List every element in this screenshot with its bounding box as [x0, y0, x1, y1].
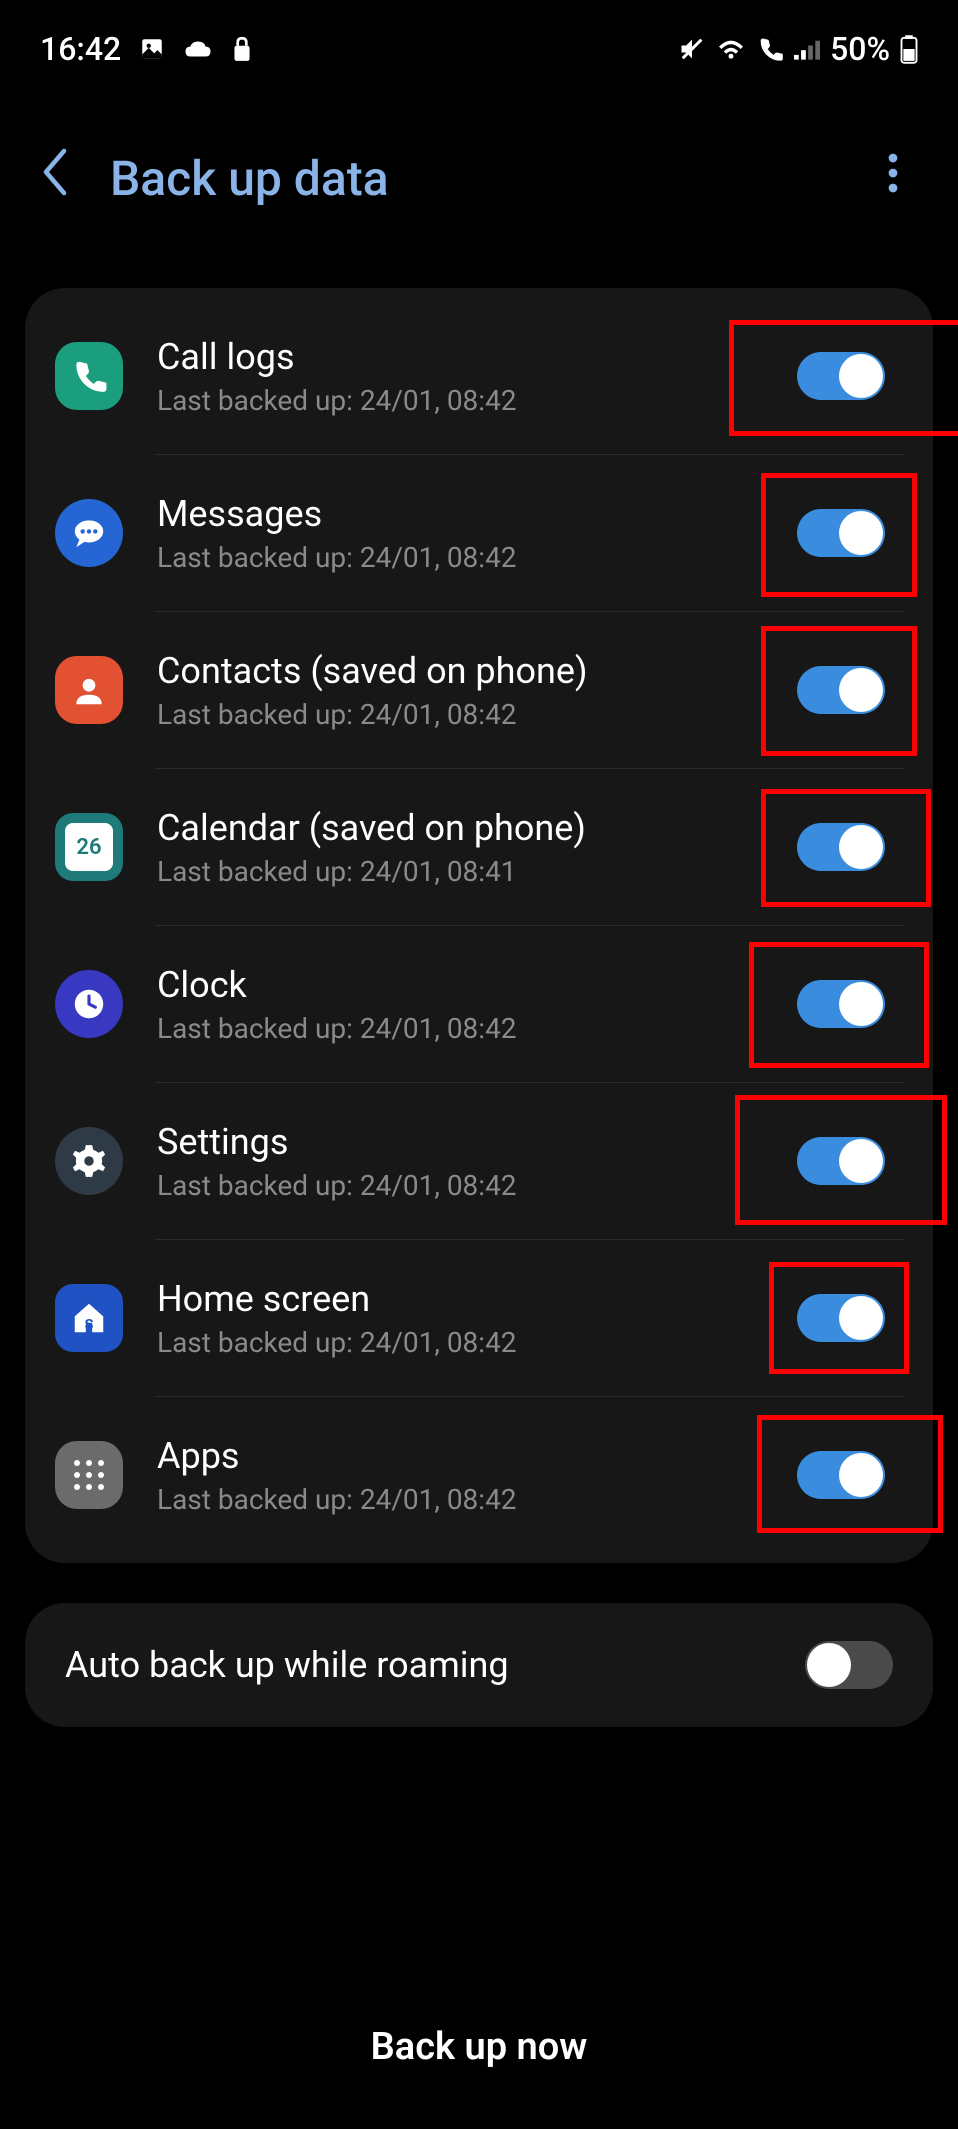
row-content: Messages Last backed up: 24/01, 08:42: [157, 493, 779, 574]
row-apps[interactable]: Apps Last backed up: 24/01, 08:42: [25, 1397, 933, 1553]
row-content: Clock Last backed up: 24/01, 08:42: [157, 964, 779, 1045]
backup-items-card: Call logs Last backed up: 24/01, 08:42 M…: [25, 288, 933, 1563]
toggle-calendar[interactable]: [797, 823, 885, 871]
page-header: Back up data: [0, 88, 958, 288]
row-subtitle: Last backed up: 24/01, 08:42: [157, 384, 779, 417]
calendar-day-number: 26: [76, 835, 101, 860]
status-right: 50%: [678, 30, 918, 68]
toggle-home-screen[interactable]: [797, 1294, 885, 1342]
row-subtitle: Last backed up: 24/01, 08:42: [157, 1169, 779, 1202]
status-bar: 16:42 50%: [0, 0, 958, 88]
wifi-icon: [716, 37, 746, 61]
mute-icon: [678, 35, 706, 63]
row-clock[interactable]: Clock Last backed up: 24/01, 08:42: [25, 926, 933, 1082]
row-content: Contacts (saved on phone) Last backed up…: [157, 650, 779, 731]
row-messages[interactable]: Messages Last backed up: 24/01, 08:42: [25, 455, 933, 611]
toggle-settings[interactable]: [797, 1137, 885, 1185]
more-menu-button[interactable]: [888, 153, 918, 203]
lock-icon: [231, 35, 253, 63]
row-content: Home screen Last backed up: 24/01, 08:42: [157, 1278, 779, 1359]
row-content: Settings Last backed up: 24/01, 08:42: [157, 1121, 779, 1202]
contacts-icon: [55, 656, 123, 724]
toggle-apps[interactable]: [797, 1451, 885, 1499]
signal-icon: [794, 38, 820, 60]
row-title: Home screen: [157, 1278, 779, 1320]
row-subtitle: Last backed up: 24/01, 08:42: [157, 541, 779, 574]
home-icon: S: [55, 1284, 123, 1352]
toggle-call-logs[interactable]: [797, 352, 885, 400]
messages-icon: [55, 499, 123, 567]
row-subtitle: Last backed up: 24/01, 08:42: [157, 698, 779, 731]
phone-icon: [55, 342, 123, 410]
clock-icon: [55, 970, 123, 1038]
row-content: Apps Last backed up: 24/01, 08:42: [157, 1435, 779, 1516]
gear-icon: [55, 1127, 123, 1195]
row-title: Messages: [157, 493, 779, 535]
battery-percent: 50%: [830, 30, 890, 68]
toggle-roaming[interactable]: [805, 1641, 893, 1689]
back-up-now-button[interactable]: Back up now: [0, 1985, 958, 2109]
row-calendar[interactable]: 26 Calendar (saved on phone) Last backed…: [25, 769, 933, 925]
toggle-messages[interactable]: [797, 509, 885, 557]
row-settings[interactable]: Settings Last backed up: 24/01, 08:42: [25, 1083, 933, 1239]
row-subtitle: Last backed up: 24/01, 08:41: [157, 855, 779, 888]
row-title: Apps: [157, 1435, 779, 1477]
row-subtitle: Last backed up: 24/01, 08:42: [157, 1326, 779, 1359]
row-subtitle: Last backed up: 24/01, 08:42: [157, 1012, 779, 1045]
apps-grid-icon: [55, 1441, 123, 1509]
row-title: Contacts (saved on phone): [157, 650, 779, 692]
battery-icon: [900, 34, 918, 64]
row-contacts[interactable]: Contacts (saved on phone) Last backed up…: [25, 612, 933, 768]
cloud-icon: [183, 36, 213, 62]
row-title: Settings: [157, 1121, 779, 1163]
row-subtitle: Last backed up: 24/01, 08:42: [157, 1483, 779, 1516]
row-title: Call logs: [157, 336, 779, 378]
row-content: Calendar (saved on phone) Last backed up…: [157, 807, 779, 888]
status-time: 16:42: [40, 30, 121, 68]
calendar-icon: 26: [55, 813, 123, 881]
toggle-contacts[interactable]: [797, 666, 885, 714]
back-button[interactable]: [40, 148, 70, 208]
row-content: Call logs Last backed up: 24/01, 08:42: [157, 336, 779, 417]
row-call-logs[interactable]: Call logs Last backed up: 24/01, 08:42: [25, 298, 933, 454]
row-home-screen[interactable]: S Home screen Last backed up: 24/01, 08:…: [25, 1240, 933, 1396]
roaming-card[interactable]: Auto back up while roaming: [25, 1603, 933, 1727]
call-status-icon: [756, 35, 784, 63]
row-title: Calendar (saved on phone): [157, 807, 779, 849]
status-left: 16:42: [40, 30, 253, 68]
svg-text:S: S: [85, 1317, 94, 1333]
toggle-clock[interactable]: [797, 980, 885, 1028]
row-title: Clock: [157, 964, 779, 1006]
page-title: Back up data: [110, 150, 848, 207]
roaming-title: Auto back up while roaming: [65, 1644, 805, 1686]
image-icon: [139, 36, 165, 62]
